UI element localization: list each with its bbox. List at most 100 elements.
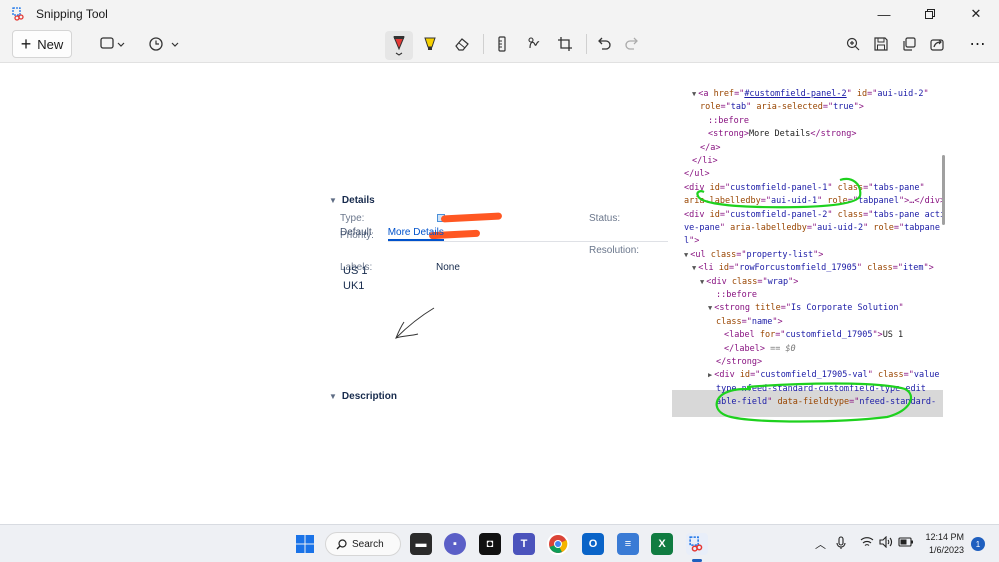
wifi-icon[interactable] [860,536,874,551]
dom-token: aria-labelledby [730,223,807,233]
devtools-dom-line[interactable]: </ul> [684,168,710,181]
collapse-arrow-icon[interactable]: ▼ [708,304,712,312]
collapse-arrow-icon[interactable]: ▼ [684,251,688,259]
notepad-icon[interactable]: ≡ [617,533,639,555]
dom-token: id [718,263,729,274]
dom-token: customfield-panel-2 [730,209,828,220]
devtools-scrollbar[interactable] [942,155,945,225]
dom-token: <ul [690,249,711,260]
collapse-arrow-icon[interactable]: ▼ [700,278,704,286]
devtools-dom-line[interactable]: aria-labelledby="aui-uid-1" role="tabpan… [684,195,943,208]
devtools-dom-line[interactable]: ▼ <strong title="Is Corporate Solution" [708,302,904,315]
app-icon[interactable]: ◘ [479,533,501,555]
file-explorer-icon[interactable]: ▬ [410,533,432,555]
chevron-up-icon[interactable]: ︿ [815,536,826,552]
more-options-button[interactable]: ⋯ [966,31,990,57]
new-snip-button[interactable]: + New [12,30,72,58]
dom-token: class [837,209,864,220]
devtools-dom-line[interactable]: </strong> [716,356,762,369]
delay-dropdown[interactable] [147,31,181,57]
touch-writing-button[interactable] [522,31,546,57]
undo-button[interactable] [592,31,616,57]
zoom-button[interactable] [842,31,864,57]
crop-button[interactable] [553,31,577,57]
devtools-dom-line[interactable]: able-field" data-fieldtype="nfeed-standa… [716,396,936,409]
notification-badge[interactable]: 1 [971,537,985,551]
dom-token: =" [903,370,914,381]
taskbar-clock[interactable]: 12:14 PM 1/6/2023 [918,531,964,557]
crop-icon [558,37,572,51]
microphone-icon[interactable] [836,536,846,553]
volume-icon[interactable] [879,535,893,551]
description-section-header[interactable]: ▼ Description [329,391,397,402]
details-section-header[interactable]: ▼ Details [329,195,375,206]
teams-icon[interactable]: T [513,533,535,555]
dom-token: Is Corporate Solution [791,303,899,314]
devtools-dom-line[interactable]: ▼ <div class="wrap"> [700,276,798,289]
windows-start-button[interactable] [294,533,316,555]
resolution-label: Resolution: [589,245,640,256]
dom-token: class [731,276,758,287]
taskbar-search-box[interactable]: Search [325,532,401,556]
share-button[interactable] [926,31,948,57]
dom-token: tabpanel [858,196,900,207]
devtools-dom-line[interactable]: </li> [692,155,718,168]
devtools-dom-line[interactable]: ::before [708,115,749,128]
collapse-arrow-icon[interactable]: ▼ [692,90,696,98]
snipping-tool-taskbar-icon[interactable] [686,533,708,555]
battery-icon[interactable] [898,536,914,551]
dom-token: =" [847,196,859,207]
devtools-dom-line[interactable]: <strong>More Details</strong> [708,128,856,141]
maximize-button[interactable] [907,0,953,28]
dom-token: role [873,223,894,233]
devtools-dom-line[interactable]: <label for="customfield_17905">US 1 [724,329,903,342]
dom-token: "> [788,276,799,287]
snip-mode-dropdown[interactable] [96,31,130,57]
dom-token: More Details [748,129,811,140]
devtools-dom-line[interactable]: ▼ <a href="#customfield-panel-2" id="aui-… [692,88,929,101]
dom-token: "> [872,330,883,341]
devtools-dom-line[interactable]: class="name"> [716,316,783,329]
devtools-dom-line[interactable]: </label> == $0 [724,343,796,356]
devtools-dom-line[interactable]: ve-pane" aria-labelledby="aui-uid-2" rol… [684,222,940,235]
ruler-button[interactable] [491,31,513,57]
devtools-dom-line[interactable]: <div id="customfield-panel-2" class="tab… [684,209,943,222]
devtools-dom-line[interactable]: ▼ <ul class="property-list"> [684,249,823,262]
devtools-dom-line[interactable]: role="tab" aria-selected="true"> [700,101,864,114]
chat-icon[interactable]: ▪ [444,533,466,555]
dom-token: "> [689,236,700,247]
dom-token: =" [863,209,874,220]
excel-icon[interactable]: X [651,533,673,555]
devtools-dom-line[interactable]: <div id="customfield-panel-1" class="tab… [684,182,925,195]
devtools-dom-line[interactable]: type-nfeed-standard-customfield-type edi… [716,383,926,396]
dom-token: <strong [714,303,756,314]
devtools-dom-line[interactable]: </a> [700,142,720,155]
devtools-dom-line[interactable]: ::before [716,289,757,302]
dom-token: <div [684,182,710,193]
outlook-icon[interactable]: O [582,533,604,555]
devtools-dom-line[interactable]: ▶ <div id="customfield_17905-val" class="… [708,369,939,382]
dom-token: true [833,102,854,113]
eraser-button[interactable] [450,31,474,57]
tab-default[interactable]: Default [340,227,372,241]
devtools-dom-line[interactable]: ▼ <li id="rowForcustomfield_17905" class=… [692,262,934,275]
copy-button[interactable] [898,31,920,57]
save-button[interactable] [870,31,892,57]
dom-token: " [719,223,731,233]
minimize-button[interactable]: — [861,0,907,28]
dom-token: id [709,209,720,220]
dom-token: customfield_17905 [785,330,873,341]
chrome-icon[interactable] [547,533,569,555]
chevron-down-icon: ▼ [329,196,337,205]
field-value-line-1: US 1 [343,265,368,277]
devtools-dom-line[interactable]: l"> [684,235,699,248]
tab-divider [388,241,668,242]
tab-more-details[interactable]: More Details [387,227,444,241]
save-icon [874,37,888,51]
ballpoint-pen-button[interactable] [385,31,413,60]
close-button[interactable]: ✕ [953,0,999,28]
highlighter-button[interactable] [418,31,442,57]
redo-button[interactable] [620,31,644,57]
expand-arrow-icon[interactable]: ▶ [708,371,712,379]
collapse-arrow-icon[interactable]: ▼ [692,264,696,272]
